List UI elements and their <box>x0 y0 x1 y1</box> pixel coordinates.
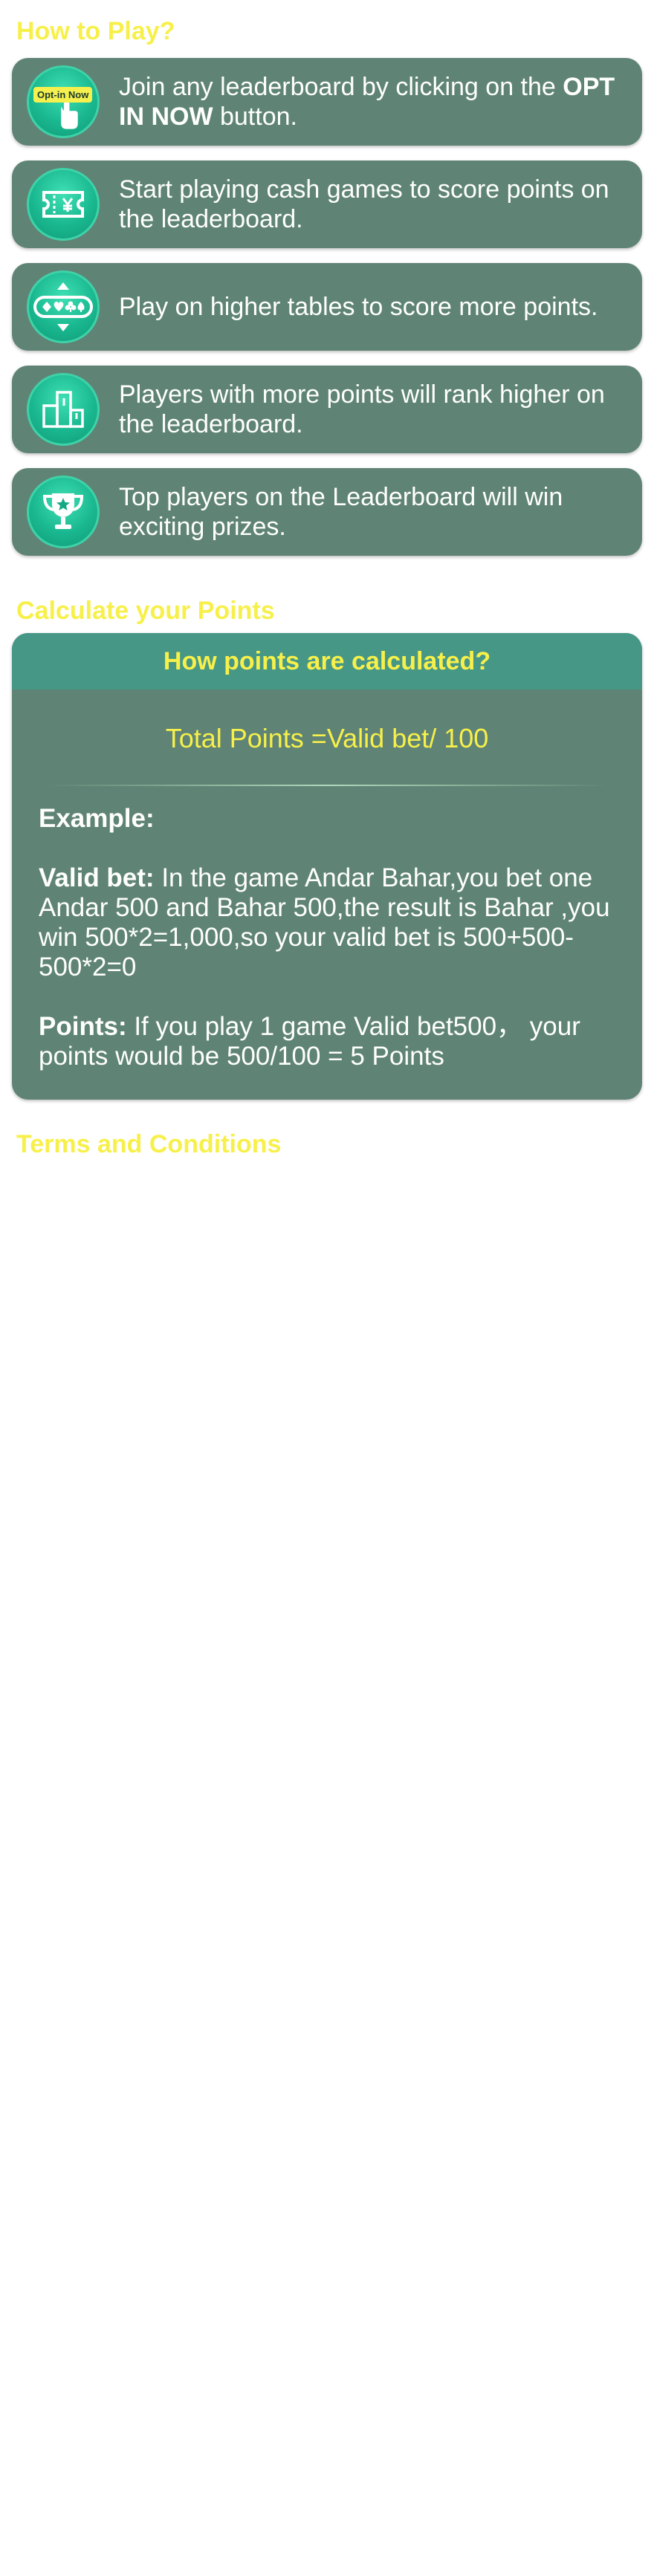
how-to-play-title: How to Play? <box>16 17 175 45</box>
tap-hand-icon: Opt-in Now <box>27 65 100 138</box>
step-text: Top players on the Leaderboard will win … <box>119 483 563 541</box>
step-rank-higher: Players with more points will rank highe… <box>12 366 642 453</box>
suits-svg <box>33 282 93 331</box>
terms-and-conditions-title: Terms and Conditions <box>16 1130 282 1158</box>
example-heading: Example: <box>39 804 624 834</box>
points-label: Points: <box>39 1012 127 1041</box>
trophy-icon <box>27 476 100 548</box>
opt-in-now-badge: Opt-in Now <box>33 87 93 103</box>
leaderboard-info-page: How to Play? Opt-in Now Join any leaderb… <box>0 0 654 2576</box>
valid-bet-explanation: Valid bet: In the game Andar Bahar,you b… <box>39 863 624 982</box>
step-text: Start playing cash games to score points… <box>119 175 609 233</box>
points-explanation: Points: If you play 1 game Valid bet500，… <box>39 1012 624 1071</box>
step-text: Join any leaderboard by clicking on the … <box>119 72 642 132</box>
example-section: Example: Valid bet: In the game Andar Ba… <box>12 786 642 1071</box>
points-calculation-card: How points are calculated? Total Points … <box>12 633 642 1100</box>
podium-svg <box>42 391 84 428</box>
calculate-points-title: Calculate your Points <box>16 597 275 625</box>
card-suits-icon <box>27 270 100 343</box>
ticket-icon <box>27 168 100 241</box>
step-text-start: Join any leaderboard by clicking on the <box>119 73 563 101</box>
calculation-header: How points are calculated? <box>12 633 642 690</box>
step-opt-in: Opt-in Now Join any leaderboard by click… <box>12 58 642 146</box>
valid-bet-label: Valid bet: <box>39 863 155 892</box>
step-text: Players with more points will rank highe… <box>119 380 605 438</box>
points-formula: Total Points =Valid bet/ 100 <box>165 723 489 753</box>
step-win-prizes: Top players on the Leaderboard will win … <box>12 468 642 556</box>
step-play-cash-games: Start playing cash games to score points… <box>12 160 642 248</box>
trophy-svg <box>42 493 84 529</box>
step-text-end: button. <box>213 103 297 131</box>
ticket-svg <box>42 191 84 218</box>
example-label: Example: <box>39 804 155 833</box>
step-text: Play on higher tables to score more poin… <box>119 293 598 321</box>
how-to-play-steps: Opt-in Now Join any leaderboard by click… <box>12 58 642 556</box>
podium-icon <box>27 373 100 446</box>
step-higher-tables: Play on higher tables to score more poin… <box>12 263 642 351</box>
